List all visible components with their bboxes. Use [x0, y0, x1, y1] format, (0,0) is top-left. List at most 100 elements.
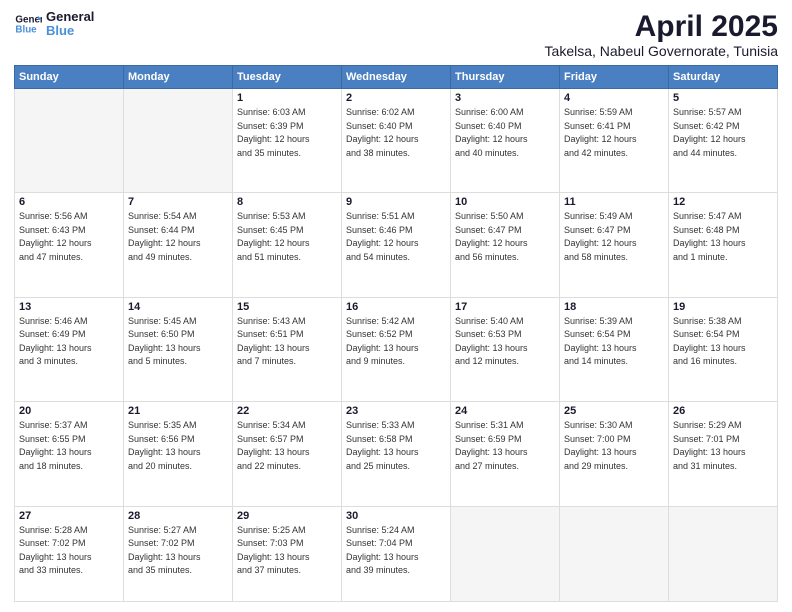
day-detail: Sunrise: 5:37 AM Sunset: 6:55 PM Dayligh… — [19, 419, 119, 473]
calendar-cell: 2 Sunrise: 6:02 AM Sunset: 6:40 PM Daylig… — [342, 89, 451, 193]
calendar-cell: 25 Sunrise: 5:30 AM Sunset: 7:00 PM Dayli… — [560, 402, 669, 506]
day-detail: Sunrise: 5:47 AM Sunset: 6:48 PM Dayligh… — [673, 210, 773, 264]
calendar-cell: 12Sunrise: 5:47 AM Sunset: 6:48 PM Dayli… — [669, 193, 778, 297]
weekday-header-wednesday: Wednesday — [342, 66, 451, 89]
day-number: 10 — [455, 196, 555, 208]
day-detail: Sunrise: 5:59 AM Sunset: 6:41 PM Dayligh… — [564, 106, 664, 160]
day-number: 18 — [564, 301, 664, 313]
day-detail: Sunrise: 6:03 AM Sunset: 6:39 PM Dayligh… — [237, 106, 337, 160]
calendar-cell: 15 Sunrise: 5:43 AM Sunset: 6:51 PM Dayli… — [233, 297, 342, 401]
day-detail: Sunrise: 5:38 AM Sunset: 6:54 PM Dayligh… — [673, 315, 773, 369]
day-detail: Sunrise: 5:43 AM Sunset: 6:51 PM Dayligh… — [237, 315, 337, 369]
calendar-cell: 8 Sunrise: 5:53 AM Sunset: 6:45 PM Daylig… — [233, 193, 342, 297]
day-number: 25 — [564, 405, 664, 417]
day-detail: Sunrise: 5:34 AM Sunset: 6:57 PM Dayligh… — [237, 419, 337, 473]
day-detail: Sunrise: 5:31 AM Sunset: 6:59 PM Dayligh… — [455, 419, 555, 473]
calendar-cell: 7 Sunrise: 5:54 AM Sunset: 6:44 PM Daylig… — [124, 193, 233, 297]
calendar-cell: 24 Sunrise: 5:31 AM Sunset: 6:59 PM Dayli… — [451, 402, 560, 506]
day-number: 29 — [237, 510, 337, 522]
calendar-cell: 9Sunrise: 5:51 AM Sunset: 6:46 PM Daylig… — [342, 193, 451, 297]
day-detail: Sunrise: 5:35 AM Sunset: 6:56 PM Dayligh… — [128, 419, 228, 473]
calendar-cell: 6 Sunrise: 5:56 AM Sunset: 6:43 PM Daylig… — [15, 193, 124, 297]
day-number: 2 — [346, 92, 446, 104]
day-number: 17 — [455, 301, 555, 313]
day-detail: Sunrise: 6:00 AM Sunset: 6:40 PM Dayligh… — [455, 106, 555, 160]
svg-text:Blue: Blue — [15, 25, 37, 36]
day-detail: Sunrise: 6:02 AM Sunset: 6:40 PM Dayligh… — [346, 106, 446, 160]
day-number: 24 — [455, 405, 555, 417]
week-row-4: 20 Sunrise: 5:37 AM Sunset: 6:55 PM Dayli… — [15, 402, 778, 506]
day-number: 23 — [346, 405, 446, 417]
calendar-cell: 5 Sunrise: 5:57 AM Sunset: 6:42 PM Daylig… — [669, 89, 778, 193]
day-number: 19 — [673, 301, 773, 313]
month-title: April 2025 — [545, 10, 778, 43]
week-row-5: 27 Sunrise: 5:28 AM Sunset: 7:02 PM Dayli… — [15, 506, 778, 602]
logo: General Blue General Blue — [14, 10, 94, 39]
weekday-header-row: SundayMondayTuesdayWednesdayThursdayFrid… — [15, 66, 778, 89]
day-detail: Sunrise: 5:27 AM Sunset: 7:02 PM Dayligh… — [128, 524, 228, 578]
day-number: 3 — [455, 92, 555, 104]
day-number: 15 — [237, 301, 337, 313]
calendar-cell: 16Sunrise: 5:42 AM Sunset: 6:52 PM Dayli… — [342, 297, 451, 401]
calendar-cell — [15, 89, 124, 193]
calendar-cell: 10 Sunrise: 5:50 AM Sunset: 6:47 PM Dayli… — [451, 193, 560, 297]
calendar-cell: 27 Sunrise: 5:28 AM Sunset: 7:02 PM Dayli… — [15, 506, 124, 602]
day-detail: Sunrise: 5:30 AM Sunset: 7:00 PM Dayligh… — [564, 419, 664, 473]
day-detail: Sunrise: 5:50 AM Sunset: 6:47 PM Dayligh… — [455, 210, 555, 264]
week-row-3: 13Sunrise: 5:46 AM Sunset: 6:49 PM Dayli… — [15, 297, 778, 401]
calendar-cell: 17 Sunrise: 5:40 AM Sunset: 6:53 PM Dayli… — [451, 297, 560, 401]
day-detail: Sunrise: 5:24 AM Sunset: 7:04 PM Dayligh… — [346, 524, 446, 578]
day-detail: Sunrise: 5:28 AM Sunset: 7:02 PM Dayligh… — [19, 524, 119, 578]
day-number: 27 — [19, 510, 119, 522]
weekday-header-monday: Monday — [124, 66, 233, 89]
calendar-cell: 29 Sunrise: 5:25 AM Sunset: 7:03 PM Dayli… — [233, 506, 342, 602]
weekday-header-sunday: Sunday — [15, 66, 124, 89]
weekday-header-tuesday: Tuesday — [233, 66, 342, 89]
day-number: 11 — [564, 196, 664, 208]
day-number: 22 — [237, 405, 337, 417]
calendar-cell: 22 Sunrise: 5:34 AM Sunset: 6:57 PM Dayli… — [233, 402, 342, 506]
week-row-2: 6 Sunrise: 5:56 AM Sunset: 6:43 PM Daylig… — [15, 193, 778, 297]
calendar-cell: 14Sunrise: 5:45 AM Sunset: 6:50 PM Dayli… — [124, 297, 233, 401]
calendar-cell — [669, 506, 778, 602]
calendar-cell: 30 Sunrise: 5:24 AM Sunset: 7:04 PM Dayli… — [342, 506, 451, 602]
day-number: 30 — [346, 510, 446, 522]
title-block: April 2025 Takelsa, Nabeul Governorate, … — [545, 10, 778, 59]
calendar-cell: 4 Sunrise: 5:59 AM Sunset: 6:41 PM Daylig… — [560, 89, 669, 193]
day-detail: Sunrise: 5:45 AM Sunset: 6:50 PM Dayligh… — [128, 315, 228, 369]
calendar-cell — [560, 506, 669, 602]
page: General Blue General Blue April 2025 Tak… — [0, 0, 792, 612]
day-detail: Sunrise: 5:57 AM Sunset: 6:42 PM Dayligh… — [673, 106, 773, 160]
day-number: 6 — [19, 196, 119, 208]
location-title: Takelsa, Nabeul Governorate, Tunisia — [545, 43, 778, 59]
day-number: 7 — [128, 196, 228, 208]
day-detail: Sunrise: 5:49 AM Sunset: 6:47 PM Dayligh… — [564, 210, 664, 264]
weekday-header-friday: Friday — [560, 66, 669, 89]
day-detail: Sunrise: 5:54 AM Sunset: 6:44 PM Dayligh… — [128, 210, 228, 264]
week-row-1: 1 Sunrise: 6:03 AM Sunset: 6:39 PM Daylig… — [15, 89, 778, 193]
calendar-cell: 13Sunrise: 5:46 AM Sunset: 6:49 PM Dayli… — [15, 297, 124, 401]
day-number: 28 — [128, 510, 228, 522]
day-detail: Sunrise: 5:56 AM Sunset: 6:43 PM Dayligh… — [19, 210, 119, 264]
calendar-cell: 11 Sunrise: 5:49 AM Sunset: 6:47 PM Dayli… — [560, 193, 669, 297]
day-number: 1 — [237, 92, 337, 104]
day-number: 4 — [564, 92, 664, 104]
day-detail: Sunrise: 5:53 AM Sunset: 6:45 PM Dayligh… — [237, 210, 337, 264]
calendar-cell: 1 Sunrise: 6:03 AM Sunset: 6:39 PM Daylig… — [233, 89, 342, 193]
weekday-header-thursday: Thursday — [451, 66, 560, 89]
day-number: 26 — [673, 405, 773, 417]
calendar-cell: 26 Sunrise: 5:29 AM Sunset: 7:01 PM Dayli… — [669, 402, 778, 506]
day-detail: Sunrise: 5:46 AM Sunset: 6:49 PM Dayligh… — [19, 315, 119, 369]
day-detail: Sunrise: 5:29 AM Sunset: 7:01 PM Dayligh… — [673, 419, 773, 473]
logo-icon: General Blue — [14, 10, 42, 38]
day-number: 21 — [128, 405, 228, 417]
day-detail: Sunrise: 5:25 AM Sunset: 7:03 PM Dayligh… — [237, 524, 337, 578]
day-number: 5 — [673, 92, 773, 104]
header: General Blue General Blue April 2025 Tak… — [14, 10, 778, 59]
calendar-cell: 18 Sunrise: 5:39 AM Sunset: 6:54 PM Dayli… — [560, 297, 669, 401]
day-number: 20 — [19, 405, 119, 417]
day-detail: Sunrise: 5:40 AM Sunset: 6:53 PM Dayligh… — [455, 315, 555, 369]
day-detail: Sunrise: 5:39 AM Sunset: 6:54 PM Dayligh… — [564, 315, 664, 369]
calendar-cell: 19 Sunrise: 5:38 AM Sunset: 6:54 PM Dayli… — [669, 297, 778, 401]
day-number: 8 — [237, 196, 337, 208]
